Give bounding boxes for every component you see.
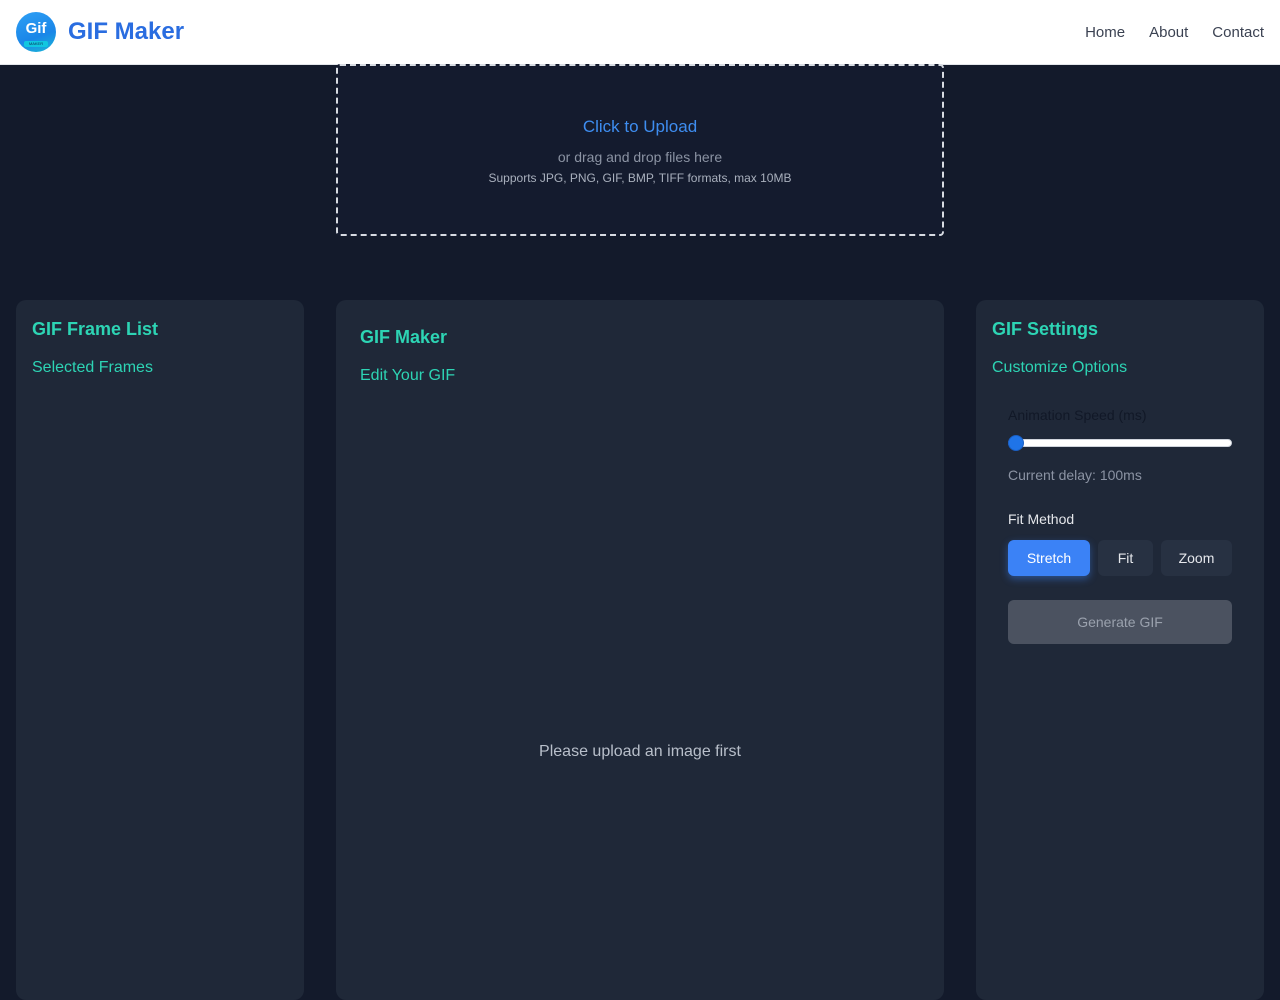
nav-home[interactable]: Home bbox=[1085, 24, 1125, 41]
fit-method-group: Stretch Fit Zoom bbox=[1008, 540, 1232, 576]
upload-subtitle: or drag and drop files here bbox=[557, 149, 723, 165]
settings-body: Animation Speed (ms) Current delay: 100m… bbox=[992, 407, 1248, 644]
fit-zoom-button[interactable]: Zoom bbox=[1161, 540, 1232, 576]
logo-subtext: MAKER bbox=[24, 41, 48, 47]
upload-format-hint: Supports JPG, PNG, GIF, BMP, TIFF format… bbox=[488, 171, 792, 185]
current-delay-text: Current delay: 100ms bbox=[1008, 467, 1142, 483]
speed-slider-thumb[interactable] bbox=[1008, 435, 1024, 451]
brand[interactable]: Gif MAKER GIF Maker bbox=[16, 12, 184, 52]
speed-slider[interactable] bbox=[1008, 435, 1232, 451]
app-header: Gif MAKER GIF Maker Home About Contact bbox=[0, 0, 1280, 65]
settings-panel: GIF Settings Customize Options Animation… bbox=[976, 300, 1264, 1000]
nav-contact[interactable]: Contact bbox=[1212, 24, 1264, 41]
editor-panel: GIF Maker Edit Your GIF Please upload an… bbox=[336, 300, 944, 1000]
main-nav: Home About Contact bbox=[1061, 24, 1264, 41]
editor-subtitle: Edit Your GIF bbox=[360, 367, 456, 384]
upload-dropzone[interactable]: Click to Upload or drag and drop files h… bbox=[336, 64, 944, 236]
settings-title: GIF Settings bbox=[992, 319, 1099, 339]
frame-list-subtitle: Selected Frames bbox=[32, 359, 153, 376]
fit-stretch-button[interactable]: Stretch bbox=[1008, 540, 1090, 576]
gif-logo-icon: Gif MAKER bbox=[16, 12, 56, 52]
speed-label: Animation Speed (ms) bbox=[1008, 407, 1147, 423]
upload-title[interactable]: Click to Upload bbox=[338, 117, 942, 137]
frame-list-panel: GIF Frame List Selected Frames bbox=[16, 300, 304, 1000]
generate-gif-button[interactable]: Generate GIF bbox=[1008, 600, 1232, 644]
editor-placeholder: Please upload an image first bbox=[539, 743, 741, 760]
speed-slider-track[interactable] bbox=[1008, 439, 1232, 447]
editor-title: GIF Maker bbox=[360, 327, 448, 347]
nav-about[interactable]: About bbox=[1149, 24, 1188, 41]
settings-subtitle: Customize Options bbox=[992, 359, 1128, 376]
brand-name: GIF Maker bbox=[68, 18, 185, 45]
fit-method-label: Fit Method bbox=[1008, 511, 1075, 527]
fit-fit-button[interactable]: Fit bbox=[1098, 540, 1153, 576]
frame-list-title: GIF Frame List bbox=[32, 319, 159, 339]
logo-text: Gif bbox=[25, 20, 47, 37]
